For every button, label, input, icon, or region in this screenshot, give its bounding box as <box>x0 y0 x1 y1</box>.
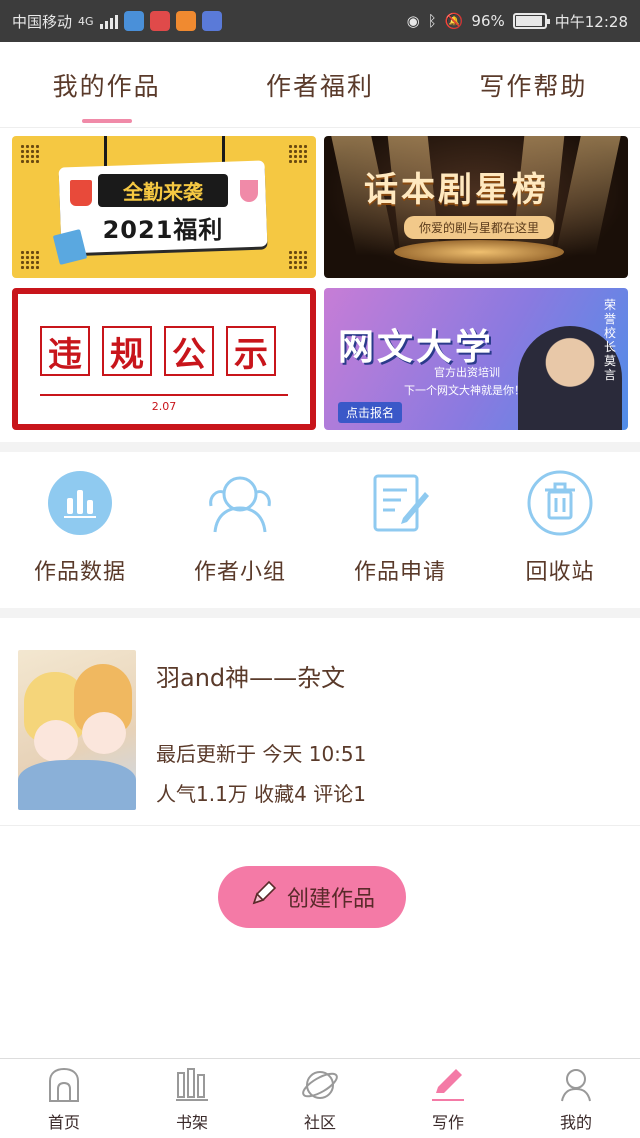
work-title: 羽and神——杂文 <box>156 664 346 692</box>
tab-bar: 我的作品 作者福利 写作帮助 <box>0 42 640 128</box>
tab-label: 写作帮助 <box>479 71 588 101</box>
banner-b4-sub2: 下一个网文大神就是你！ <box>404 384 525 397</box>
bookshelf-icon <box>172 1065 212 1105</box>
work-updated: 最后更新于 今天 10:51 <box>156 742 367 766</box>
banner-web-lit-university[interactable]: 网文大学 官方出资培训 下一个网文大神就是你！ 点击报名 荣誉校长莫言 <box>324 288 628 430</box>
fries-icon <box>70 180 92 206</box>
tab-label: 我的作品 <box>52 71 161 101</box>
func-label: 作品数据 <box>33 560 126 585</box>
banner-b4-title: 网文大学 <box>338 327 495 368</box>
banner-b4-sub1: 官方出资培训 <box>434 366 500 379</box>
tab-writing-help[interactable]: 写作帮助 <box>427 42 640 127</box>
func-label: 作者小组 <box>193 560 286 585</box>
bluetooth-icon: ᛒ <box>427 12 437 30</box>
nav-bookshelf[interactable]: 书架 <box>128 1059 256 1138</box>
function-grid: 作品数据 作者小组 作品申请 回收站 <box>0 456 640 606</box>
banner-attendance-bonus[interactable]: 全勤来袭 2021福利 <box>12 136 316 278</box>
mute-icon: 🔕 <box>444 12 464 30</box>
banner-b2-subtitle: 你爱的剧与星都在这里 <box>404 216 554 239</box>
banner-b1-line2: 2021福利 <box>102 216 224 244</box>
notice-divider <box>40 394 288 396</box>
func-recycle-bin[interactable]: 回收站 <box>480 456 640 606</box>
notice-char: 示 <box>226 326 276 376</box>
eye-icon: ◉ <box>406 12 420 30</box>
section-divider <box>0 442 640 452</box>
stage-platform <box>394 240 564 264</box>
banner-b1-line1: 全勤来袭 <box>98 174 228 207</box>
bottom-nav: 首页 书架 社区 写作 我的 <box>0 1058 640 1138</box>
planet-icon <box>300 1065 340 1105</box>
func-label: 作品申请 <box>353 560 446 585</box>
tab-my-works[interactable]: 我的作品 <box>0 42 213 127</box>
spotlight-beam <box>555 136 621 256</box>
notice-char: 违 <box>40 326 90 376</box>
work-item[interactable]: 羽and神——杂文 最后更新于 今天 10:51 人气1.1万 收藏4 评论1 <box>0 626 640 826</box>
notice-date: 2.07 <box>151 400 177 413</box>
section-divider <box>0 608 640 618</box>
hanger-line <box>104 136 107 166</box>
nav-label: 首页 <box>47 1113 80 1132</box>
work-stats: 人气1.1万 收藏4 评论1 <box>156 782 366 806</box>
cover-body <box>18 760 136 810</box>
tab-underline <box>81 119 132 123</box>
decor-dots <box>20 250 40 270</box>
decor-dots <box>288 144 308 164</box>
nav-community[interactable]: 社区 <box>256 1059 384 1138</box>
mail-app-icon <box>201 11 222 31</box>
video-app-icon <box>149 11 170 31</box>
group-person-icon <box>207 470 273 536</box>
decor-dots <box>288 250 308 270</box>
cover-face-left <box>34 720 78 762</box>
cover-face-right <box>82 712 126 754</box>
func-work-apply[interactable]: 作品申请 <box>320 456 480 606</box>
drink-icon <box>240 180 258 202</box>
tab-author-benefits[interactable]: 作者福利 <box>213 42 426 127</box>
notice-char: 规 <box>102 326 152 376</box>
profile-icon <box>556 1065 596 1105</box>
nav-write[interactable]: 写作 <box>384 1059 512 1138</box>
battery-percent: 96% <box>471 12 505 30</box>
nav-label: 书架 <box>175 1113 208 1132</box>
banner-violation-notice[interactable]: 违 规 公 示 2.07 <box>12 288 316 430</box>
play-app-icon <box>175 11 196 31</box>
func-work-data[interactable]: 作品数据 <box>0 456 160 606</box>
banner-drama-star-ranking[interactable]: 话本剧星榜 你爱的剧与星都在这里 <box>324 136 628 278</box>
signal-icon <box>99 13 118 29</box>
carrier-label: 中国移动 <box>12 12 73 31</box>
work-cover-image <box>18 650 136 810</box>
pencil-icon <box>249 880 277 914</box>
notice-char: 公 <box>164 326 214 376</box>
enroll-button[interactable]: 点击报名 <box>338 402 403 423</box>
tab-label: 作者福利 <box>265 71 374 101</box>
nav-label: 写作 <box>431 1113 464 1132</box>
decor-dots <box>20 144 40 164</box>
nav-profile[interactable]: 我的 <box>512 1059 640 1138</box>
func-label: 回收站 <box>525 560 595 585</box>
nav-label: 我的 <box>559 1113 592 1132</box>
banner-grid: 全勤来袭 2021福利 话本剧星榜 你爱的剧与星都在这里 违 规 公 示 2.0… <box>12 136 628 432</box>
trash-icon <box>527 470 593 536</box>
status-bar: 中国移动 4G ◉ ᛒ 🔕 96% 中午12:28 <box>0 0 640 42</box>
nav-label: 社区 <box>303 1113 336 1132</box>
banner-b4-tag: 荣誉校长莫言 <box>603 298 616 382</box>
network-label: 4G <box>78 14 94 28</box>
app-notification-icon <box>123 11 144 31</box>
func-author-group[interactable]: 作者小组 <box>160 456 320 606</box>
create-label: 创建作品 <box>286 887 375 912</box>
nav-home[interactable]: 首页 <box>0 1059 128 1138</box>
home-icon <box>44 1065 84 1105</box>
clock: 中午12:28 <box>554 12 628 31</box>
edit-document-icon <box>367 470 433 536</box>
notice-characters: 违 规 公 示 <box>40 326 276 376</box>
banner-b2-title: 话本剧星榜 <box>364 170 549 210</box>
pen-icon <box>428 1065 468 1105</box>
battery-icon <box>512 13 550 29</box>
bar-chart-icon <box>47 470 113 536</box>
create-work-button[interactable]: 创建作品 <box>218 866 406 928</box>
